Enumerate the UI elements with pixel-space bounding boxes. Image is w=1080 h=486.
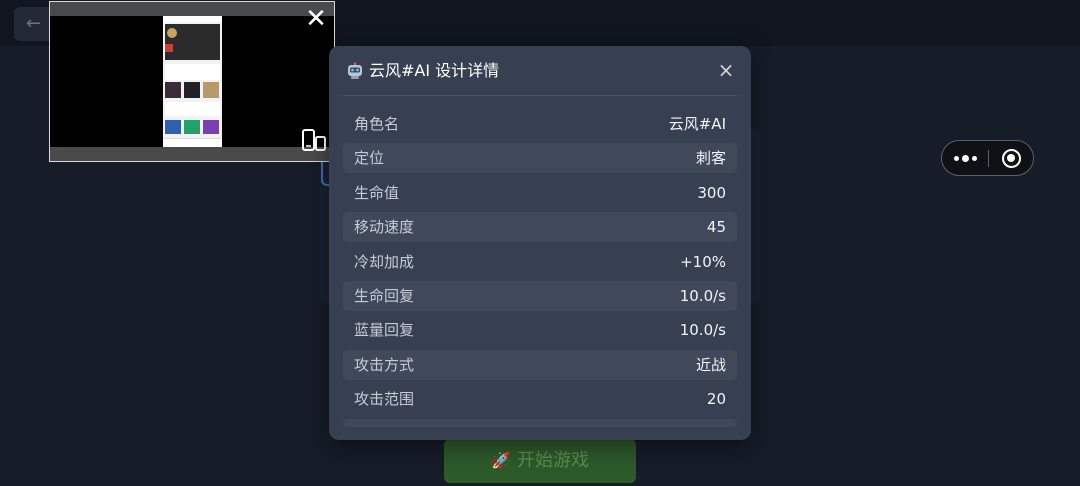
stat-list: 角色名 云风#AI 定位 刺客生命值 300 移动速度 45 冷却加成 +10% 生命回复 10.0… bbox=[343, 109, 737, 431]
robot-icon bbox=[348, 62, 362, 79]
modal-title: 云风#AI 设计详情 bbox=[346, 60, 499, 82]
stat-value: 20 bbox=[706, 390, 726, 409]
more-dots-icon bbox=[961, 154, 969, 162]
stat-value: 刺客 bbox=[695, 149, 726, 168]
thumb-tabbar bbox=[163, 138, 222, 147]
thumb-text-block bbox=[165, 102, 220, 116]
stat-label: 攻击方式 bbox=[354, 355, 415, 374]
modal-title-text: 云风#AI 设计详情 bbox=[369, 61, 500, 80]
stat-value: +10% bbox=[680, 252, 726, 271]
stat-value: 45 bbox=[706, 218, 726, 237]
stat-row-partial bbox=[343, 418, 737, 427]
stat-row: 角色名 云风#AI bbox=[343, 109, 737, 139]
thumb-badge bbox=[165, 44, 173, 52]
close-icon: × bbox=[717, 58, 735, 82]
stat-row: 攻击范围 20 bbox=[343, 384, 737, 414]
stat-row: 定位 刺客 bbox=[343, 143, 737, 174]
stat-label: 定位 bbox=[354, 149, 385, 168]
app-screen: ← 🚀 开始游戏 ✕ 云风#AI 设计详情 × 角色名 云风#AI 定位 刺客 … bbox=[0, 0, 1080, 486]
start-game-button[interactable]: 🚀 开始游戏 bbox=[444, 439, 636, 483]
thumb-tile bbox=[203, 82, 219, 98]
arrow-left-icon: ← bbox=[26, 13, 42, 34]
rocket-icon: 🚀 bbox=[491, 451, 511, 470]
stat-value: 近战 bbox=[695, 355, 726, 374]
device-switch-icon[interactable] bbox=[301, 129, 327, 151]
modal-header: 云风#AI 设计详情 × bbox=[343, 46, 737, 96]
more-dots-icon bbox=[971, 155, 977, 161]
phone-screen-thumbnail bbox=[163, 16, 222, 147]
thumb-tile bbox=[165, 82, 181, 98]
stat-row: 攻击方式 近战 bbox=[343, 349, 737, 380]
menu-capsule bbox=[941, 140, 1034, 176]
stat-row: 冷却加成 +10% bbox=[343, 247, 737, 277]
stat-row: 移动速度 45 bbox=[343, 212, 737, 243]
modal-close-button[interactable]: × bbox=[715, 59, 737, 81]
thumb-tile bbox=[203, 120, 219, 134]
more-button[interactable] bbox=[942, 141, 988, 175]
stat-label: 角色名 bbox=[354, 115, 400, 133]
stat-label: 移动速度 bbox=[354, 218, 415, 237]
stat-value: 10.0/s bbox=[679, 321, 726, 340]
thumb-header bbox=[163, 16, 222, 22]
stat-row: 生命值 300 bbox=[343, 178, 737, 208]
more-dots-icon bbox=[953, 155, 959, 161]
preview-bottom-strip bbox=[50, 147, 334, 161]
start-game-label: 开始游戏 bbox=[516, 450, 589, 471]
stat-label: 蓝量回复 bbox=[354, 321, 415, 340]
thumb-tile bbox=[184, 120, 200, 134]
thumb-avatar bbox=[167, 28, 177, 38]
stat-value: 云风#AI bbox=[668, 115, 726, 133]
stat-value: 300 bbox=[697, 183, 726, 202]
floating-preview-window[interactable]: ✕ bbox=[49, 1, 335, 162]
stat-value: 10.0/s bbox=[679, 286, 726, 305]
stat-row: 蓝量回复 10.0/s bbox=[343, 315, 737, 345]
stat-label: 攻击范围 bbox=[354, 390, 415, 409]
stat-label: 生命回复 bbox=[354, 286, 415, 305]
capsule-divider bbox=[988, 150, 989, 167]
stat-label: 冷却加成 bbox=[354, 252, 415, 271]
stat-label: 生命值 bbox=[354, 183, 400, 202]
thumb-tile bbox=[165, 120, 181, 134]
close-icon[interactable]: ✕ bbox=[304, 6, 328, 32]
thumb-text-block bbox=[165, 64, 220, 80]
stat-row: 生命回复 10.0/s bbox=[343, 280, 737, 311]
thumb-tile bbox=[184, 82, 200, 98]
record-target-icon[interactable] bbox=[1002, 149, 1021, 168]
preview-top-strip bbox=[50, 2, 334, 16]
design-details-modal: 云风#AI 设计详情 × 角色名 云风#AI 定位 刺客生命值 300 移动速度 45 冷却加… bbox=[329, 46, 751, 440]
